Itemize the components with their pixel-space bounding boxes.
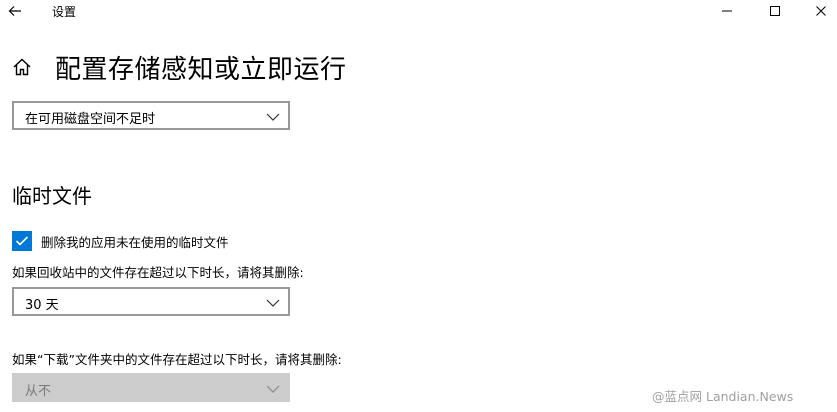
- delete-unused-temp-files-checkbox-row[interactable]: 删除我的应用未在使用的临时文件: [12, 230, 229, 252]
- recycle-bin-duration-dropdown[interactable]: 30 天: [12, 287, 290, 316]
- maximize-button[interactable]: [752, 0, 798, 22]
- dropdown-value: 从不: [25, 384, 52, 399]
- back-button[interactable]: [4, 0, 26, 22]
- minimize-button[interactable]: [704, 0, 750, 22]
- chevron-down-icon: [266, 109, 280, 123]
- minimize-icon: [721, 2, 733, 21]
- back-arrow-icon: [8, 2, 22, 21]
- storage-sense-trigger-dropdown[interactable]: 在可用磁盘空间不足时: [12, 101, 290, 130]
- checkbox-label: 删除我的应用未在使用的临时文件: [41, 234, 229, 250]
- dropdown-value: 在可用磁盘空间不足时: [25, 112, 156, 127]
- app-title: 设置: [52, 5, 77, 19]
- chevron-down-icon: [266, 295, 280, 309]
- title-bar: 设置: [0, 0, 837, 22]
- watermark-text: @蓝点网 Landian.News: [652, 388, 794, 404]
- page-title: 配置存储感知或立即运行: [55, 55, 347, 85]
- settings-window: 设置 配置存储感知或立即运行 在可用磁盘空间不足时 临时文件 删除我的应用未在使…: [0, 0, 837, 412]
- chevron-down-icon: [266, 381, 280, 395]
- watermark: @蓝点网 Landian.News: [652, 385, 793, 405]
- section-title-temp-files: 临时文件: [12, 184, 92, 208]
- dropdown-value: 30 天: [25, 298, 59, 313]
- downloads-duration-dropdown: 从不: [12, 373, 290, 402]
- close-button[interactable]: [798, 0, 837, 22]
- recycle-bin-label: 如果回收站中的文件存在超过以下时长，请将其删除:: [12, 265, 304, 280]
- downloads-folder-label: 如果“下载”文件夹中的文件存在超过以下时长，请将其删除:: [12, 352, 342, 367]
- delete-unused-temp-files-checkbox[interactable]: [12, 231, 32, 251]
- close-icon: [815, 2, 827, 21]
- home-icon[interactable]: [11, 56, 33, 78]
- maximize-icon: [769, 2, 781, 21]
- checkmark-icon: [15, 232, 29, 251]
